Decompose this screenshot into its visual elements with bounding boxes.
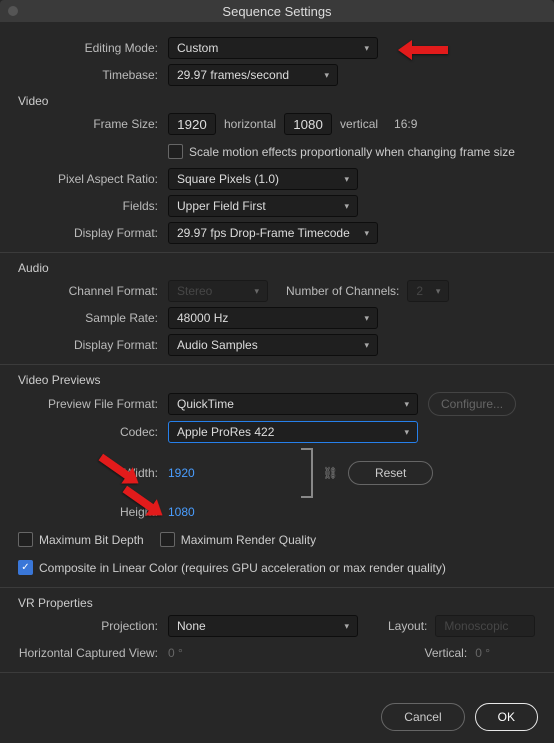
- pixel-aspect-select[interactable]: Square Pixels (1.0) ▾: [168, 168, 358, 190]
- vertical-label: vertical: [340, 117, 378, 131]
- timebase-select[interactable]: 29.97 frames/second ▾: [168, 64, 338, 86]
- audio-section-header: Audio: [18, 261, 538, 275]
- layout-select: Monoscopic: [435, 615, 535, 637]
- sample-rate-label: Sample Rate:: [16, 311, 168, 325]
- editing-mode-label: Editing Mode:: [16, 41, 168, 55]
- frame-height-input[interactable]: [284, 113, 332, 135]
- chevron-down-icon: ▾: [364, 313, 369, 324]
- vr-section-header: VR Properties: [18, 596, 538, 610]
- pixel-aspect-label: Pixel Aspect Ratio:: [16, 172, 168, 186]
- fields-select[interactable]: Upper Field First ▾: [168, 195, 358, 217]
- projection-select[interactable]: None ▾: [168, 615, 358, 637]
- chevron-down-icon: ▾: [404, 399, 409, 410]
- link-icon[interactable]: ⛓: [323, 466, 338, 480]
- channel-format-select: Stereo ▾: [168, 280, 268, 302]
- composite-linear-checkbox[interactable]: ✓ Composite in Linear Color (requires GP…: [18, 560, 446, 575]
- audio-display-format-label: Display Format:: [16, 338, 168, 352]
- hcv-label: Horizontal Captured View:: [16, 646, 168, 660]
- vcv-value: 0 °: [475, 646, 490, 660]
- chevron-down-icon: ▾: [254, 286, 259, 297]
- width-value[interactable]: 1920: [168, 466, 195, 480]
- close-icon[interactable]: [8, 6, 18, 16]
- previews-section-header: Video Previews: [18, 373, 538, 387]
- cancel-button[interactable]: Cancel: [381, 703, 464, 731]
- width-label: Width:: [16, 466, 168, 480]
- video-display-format-select[interactable]: 29.97 fps Drop-Frame Timecode ▾: [168, 222, 378, 244]
- max-render-quality-checkbox[interactable]: Maximum Render Quality: [160, 532, 316, 547]
- reset-button[interactable]: Reset: [348, 461, 433, 485]
- scale-motion-checkbox[interactable]: Scale motion effects proportionally when…: [168, 144, 515, 159]
- chevron-down-icon: ▾: [364, 43, 369, 54]
- num-channels-select: 2 ▾: [407, 280, 449, 302]
- num-channels-label: Number of Channels:: [286, 284, 399, 298]
- frame-size-label: Frame Size:: [16, 117, 168, 131]
- chevron-down-icon: ▾: [324, 70, 329, 81]
- configure-button: Configure...: [428, 392, 516, 416]
- layout-label: Layout:: [388, 619, 427, 633]
- preview-file-format-select[interactable]: QuickTime ▾: [168, 393, 418, 415]
- checkbox-icon: [168, 144, 183, 159]
- hcv-value: 0 °: [168, 646, 183, 660]
- chevron-down-icon: ▾: [364, 340, 369, 351]
- checkbox-icon: [18, 532, 33, 547]
- chevron-down-icon: ▾: [344, 201, 349, 212]
- audio-display-format-select[interactable]: Audio Samples ▾: [168, 334, 378, 356]
- chevron-down-icon: ▾: [404, 427, 409, 438]
- max-bit-depth-checkbox[interactable]: Maximum Bit Depth: [18, 532, 144, 547]
- vcv-label: Vertical:: [425, 646, 468, 660]
- height-value[interactable]: 1080: [168, 505, 195, 519]
- chevron-down-icon: ▾: [344, 174, 349, 185]
- sample-rate-select[interactable]: 48000 Hz ▾: [168, 307, 378, 329]
- ok-button[interactable]: OK: [475, 703, 538, 731]
- sequence-settings-dialog: Sequence Settings Editing Mode: Custom ▾…: [0, 0, 554, 743]
- aspect-ratio-label: 16:9: [394, 117, 417, 131]
- projection-label: Projection:: [16, 619, 168, 633]
- video-section-header: Video: [18, 94, 538, 108]
- preview-file-format-label: Preview File Format:: [16, 397, 168, 411]
- dialog-title: Sequence Settings: [222, 4, 331, 19]
- channel-format-label: Channel Format:: [16, 284, 168, 298]
- codec-select[interactable]: Apple ProRes 422 ▾: [168, 421, 418, 443]
- bracket-icon: [301, 448, 313, 498]
- horizontal-label: horizontal: [224, 117, 276, 131]
- chevron-down-icon: ▾: [364, 228, 369, 239]
- checkbox-icon: [160, 532, 175, 547]
- codec-label: Codec:: [16, 425, 168, 439]
- chevron-down-icon: ▾: [344, 621, 349, 632]
- video-display-format-label: Display Format:: [16, 226, 168, 240]
- fields-label: Fields:: [16, 199, 168, 213]
- chevron-down-icon: ▾: [436, 286, 441, 297]
- checkbox-icon: ✓: [18, 560, 33, 575]
- editing-mode-select[interactable]: Custom ▾: [168, 37, 378, 59]
- height-label: Height:: [16, 505, 168, 519]
- titlebar[interactable]: Sequence Settings: [0, 0, 554, 22]
- frame-width-input[interactable]: [168, 113, 216, 135]
- timebase-label: Timebase:: [16, 68, 168, 82]
